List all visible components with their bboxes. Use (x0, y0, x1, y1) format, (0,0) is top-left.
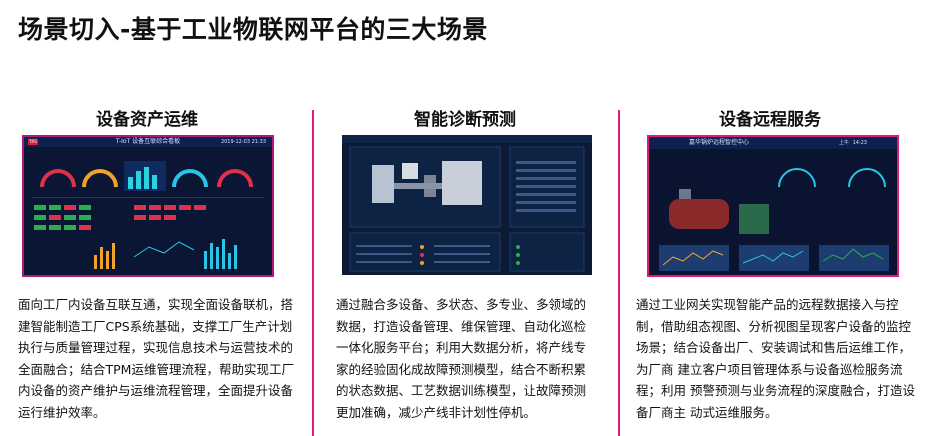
trend-status-dots (516, 245, 520, 265)
asset-ops-graphics (32, 161, 264, 269)
column-description-remote-service: 通过工业网关实现智能产品的远程数据接入与控制，借助组态视图、分析视图呈现客户设备… (636, 297, 915, 420)
screenshot-header-bar: 嘉华锅炉远程智控中心 14:23 上午 (649, 137, 897, 149)
column-title-asset-ops: 设备资产运维 (96, 110, 198, 130)
status-tiles (34, 205, 206, 230)
boiler-icon (669, 189, 769, 234)
screenshot-title: 嘉华锅炉远程智控中心 (689, 139, 750, 146)
page-title: 场景切入-基于工业物联网平台的三大场景 (18, 15, 488, 44)
screenshot-header-bar: TRS T-IoT 设备互联综合看板 2019-12-03 21:33 (24, 137, 272, 147)
asset-ops-dashboard-screenshot: TRS T-IoT 设备互联综合看板 2019-12-03 21:33 (22, 135, 274, 277)
column-description-asset-ops: 面向工厂内设备互联互通，实现全面设备联机，搭建智能制造工厂CPS系统基础，支撑工… (18, 297, 294, 420)
column-divider (312, 110, 314, 436)
alarm-status-dots (420, 245, 424, 265)
brand-logo: TRS (28, 139, 38, 145)
screenshot-clock: 2019-12-03 21:33 (220, 139, 266, 145)
column-title-remote-service: 设备远程服务 (719, 110, 821, 130)
screenshot-clock: 14:23 (852, 140, 867, 146)
column-title-diagnosis: 智能诊断预测 (414, 110, 516, 130)
speedometer-icon (778, 168, 886, 188)
diagnosis-graphics (342, 135, 592, 272)
screenshot-title: T-IoT 设备互联综合看板 (115, 138, 181, 145)
column-divider (618, 110, 620, 436)
diagnosis-screenshot (342, 135, 592, 275)
screenshot-ampm: 上午 (838, 140, 849, 146)
column-description-diagnosis: 通过融合多设备、多状态、多专业、多领域的数据，打造设备管理、维保管理、自动化巡检… (336, 297, 587, 420)
remote-service-graphics (659, 168, 889, 271)
bar-chart-icon (94, 239, 237, 269)
remote-service-screenshot: 嘉华锅炉远程智控中心 14:23 上午 (647, 135, 899, 277)
